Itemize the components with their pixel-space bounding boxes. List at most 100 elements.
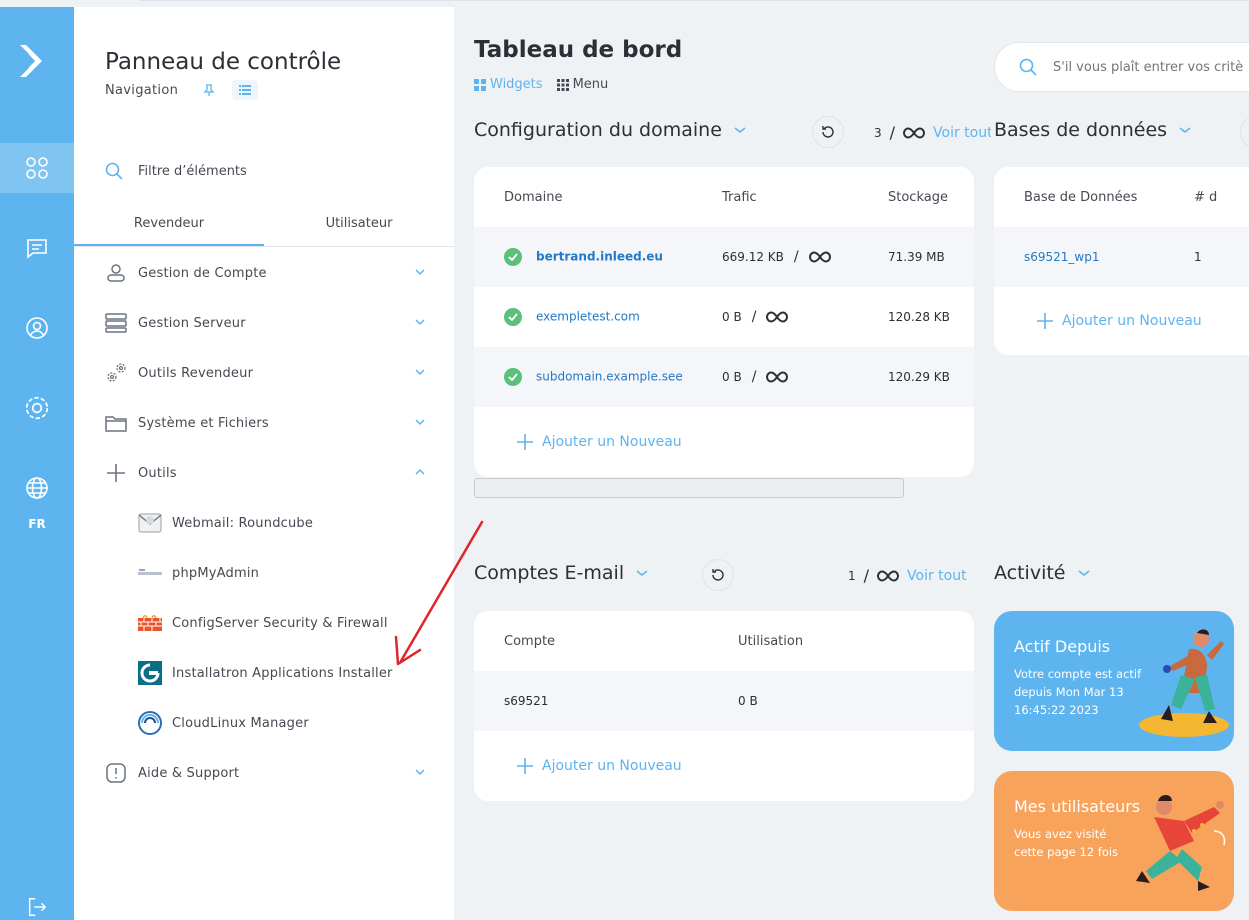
tab-revendeur[interactable]: Revendeur — [74, 204, 264, 246]
sidebar-item-label: Outils Revendeur — [138, 365, 254, 381]
table-row[interactable]: subdomain.example.see 0 B / 120.29 KB — [474, 347, 974, 407]
main-content: Tableau de bord Widgets Menu Configurati… — [454, 7, 1249, 920]
sidebar-menu: Gestion de Compte Gestion Serveur Outils… — [74, 248, 454, 798]
globe-icon[interactable] — [0, 463, 74, 513]
filter-placeholder: Filtre d’éléments — [138, 163, 247, 179]
sidebar-item-label: Installatron Applications Installer — [172, 665, 393, 681]
sidebar-item-outils-revendeur[interactable]: Outils Revendeur — [74, 348, 454, 398]
settings-icon[interactable] — [0, 383, 74, 433]
refresh-icon — [712, 569, 724, 581]
search-icon — [105, 162, 123, 180]
dashboard-icon[interactable] — [0, 143, 74, 193]
activity-title-text: Activité — [994, 562, 1066, 584]
plus-icon — [107, 464, 125, 482]
installatron-icon — [138, 661, 162, 685]
horizontal-scrollbar[interactable] — [474, 478, 904, 498]
table-row[interactable]: s69521 0 B — [474, 671, 974, 731]
menu-label: Menu — [572, 77, 609, 92]
infinity-icon — [877, 569, 900, 582]
logout-icon[interactable] — [0, 882, 74, 920]
traffic-value: 669.12 KB — [722, 250, 784, 264]
sidebar-item-gestion-compte[interactable]: Gestion de Compte — [74, 248, 454, 298]
email-card: Compte Utilisation s69521 0 B Ajouter un… — [474, 611, 974, 801]
sidebar-tabs: Revendeur Utilisateur — [74, 204, 454, 247]
email-title[interactable]: Comptes E-mail — [474, 562, 648, 584]
add-database-label: Ajouter un Nouveau — [1062, 313, 1202, 329]
table-row[interactable]: exempletest.com 0 B / 120.28 KB — [474, 287, 974, 347]
sidebar-item-csf[interactable]: ConfigServer Security & Firewall — [74, 598, 454, 648]
cloudlinux-icon — [138, 711, 162, 735]
search-field[interactable] — [1053, 59, 1249, 75]
add-database-button[interactable]: Ajouter un Nouveau — [994, 287, 1249, 355]
databases-refresh-button[interactable] — [1240, 116, 1249, 148]
messages-icon[interactable] — [0, 223, 74, 273]
activity-card-actif[interactable]: Actif Depuis Votre compte est actif depu… — [994, 611, 1234, 751]
sidebar: Panneau de contrôle Navigation Filtre d’… — [74, 7, 454, 920]
domain-link[interactable]: subdomain.example.see — [536, 370, 683, 384]
plus-icon — [1037, 313, 1053, 329]
sidebar-item-aide-support[interactable]: Aide & Support — [74, 748, 454, 798]
infinity-icon — [766, 311, 789, 323]
filter-input[interactable]: Filtre d’éléments — [105, 162, 247, 180]
domains-title[interactable]: Configuration du domaine — [474, 119, 746, 141]
domain-link[interactable]: exempletest.com — [536, 310, 640, 324]
add-email-label: Ajouter un Nouveau — [542, 758, 682, 774]
column-stockage: Stockage — [888, 189, 948, 205]
user-icon[interactable] — [0, 303, 74, 353]
table-row[interactable]: bertrand.inleed.eu 669.12 KB / 71.39 MB — [474, 227, 974, 287]
chevron-down-icon — [415, 419, 425, 426]
sidebar-item-systeme-fichiers[interactable]: Système et Fichiers — [74, 398, 454, 448]
sidebar-item-phpmyadmin[interactable]: phpMyAdmin — [74, 548, 454, 598]
chevron-up-icon — [415, 468, 425, 475]
search-input[interactable] — [994, 42, 1249, 92]
logo-icon[interactable] — [14, 41, 54, 81]
sidebar-item-label: Outils — [138, 465, 177, 481]
menu-view-button[interactable]: Menu — [556, 77, 609, 92]
sidebar-item-cloudlinux[interactable]: CloudLinux Manager — [74, 698, 454, 748]
tab-utilisateur[interactable]: Utilisateur — [264, 204, 454, 246]
column-base-de-donnees: Base de Données — [1024, 189, 1138, 205]
email-view-all-link[interactable]: Voir tout — [907, 568, 967, 584]
email-refresh-button[interactable] — [702, 559, 734, 591]
domains-refresh-button[interactable] — [812, 116, 844, 148]
menu-grid-icon — [556, 78, 569, 91]
domain-link[interactable]: bertrand.inleed.eu — [536, 250, 663, 264]
databases-card: Base de Données # d s69521_wp1 1 Ajouter… — [994, 167, 1249, 355]
email-count-separator: / — [863, 566, 870, 585]
check-icon — [504, 308, 522, 326]
pin-icon[interactable] — [202, 83, 216, 97]
domains-view-all-link[interactable]: Voir tout — [933, 125, 991, 141]
sidebar-item-label: Gestion de Compte — [138, 265, 267, 281]
activity-title[interactable]: Activité — [994, 562, 1090, 584]
language-label[interactable]: FR — [0, 517, 74, 531]
table-row[interactable]: s69521_wp1 1 — [994, 227, 1249, 287]
search-icon — [1019, 58, 1037, 76]
sidebar-item-roundcube[interactable]: Webmail: Roundcube — [74, 498, 454, 548]
chevron-down-icon — [1179, 127, 1191, 133]
navigation-label: Navigation — [105, 83, 179, 98]
database-link[interactable]: s69521_wp1 — [994, 250, 1194, 264]
add-domain-button[interactable]: Ajouter un Nouveau — [474, 407, 974, 477]
sidebar-item-gestion-serveur[interactable]: Gestion Serveur — [74, 298, 454, 348]
sidebar-item-label: Gestion Serveur — [138, 315, 246, 331]
sidebar-item-installatron[interactable]: Installatron Applications Installer — [74, 648, 454, 698]
column-domaine: Domaine — [504, 189, 563, 205]
view-switcher: Widgets Menu — [474, 77, 608, 92]
storage-value: 71.39 MB — [888, 250, 945, 264]
list-view-button[interactable] — [232, 80, 258, 100]
databases-title[interactable]: Bases de données — [994, 119, 1191, 141]
widgets-view-button[interactable]: Widgets — [474, 77, 543, 92]
add-email-button[interactable]: Ajouter un Nouveau — [474, 731, 974, 801]
column-trafic: Trafic — [722, 189, 757, 205]
table-header: Base de Données # d — [994, 167, 1249, 227]
activity-card-utilisateurs[interactable]: Mes utilisateurs Vous avez visité cette … — [994, 771, 1234, 911]
column-compte: Compte — [504, 633, 556, 649]
email-count: 1 / Voir tout — [848, 566, 967, 585]
infinity-icon — [903, 126, 926, 139]
sidebar-item-label: ConfigServer Security & Firewall — [172, 615, 388, 631]
storage-value: 120.29 KB — [888, 370, 950, 384]
sidebar-item-outils[interactable]: Outils — [74, 448, 454, 498]
table-header: Domaine Trafic Stockage — [474, 167, 974, 227]
storage-value: 120.28 KB — [888, 310, 950, 324]
sidebar-item-label: Aide & Support — [138, 765, 240, 781]
